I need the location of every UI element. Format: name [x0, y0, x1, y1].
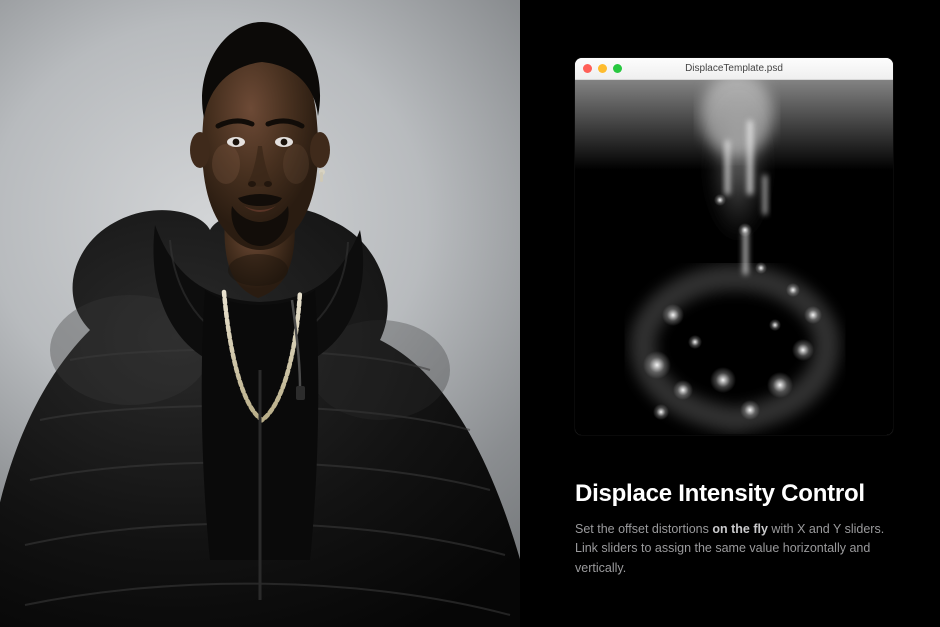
minimize-icon[interactable] — [598, 64, 607, 73]
close-icon[interactable] — [583, 64, 592, 73]
desc-prefix: Set the offset distortions — [575, 522, 712, 536]
feature-description: Set the offset distortions on the fly wi… — [575, 520, 910, 578]
window-title: DisplaceTemplate.psd — [575, 63, 893, 74]
feature-panel: DisplaceTemplate.psd — [520, 0, 940, 627]
zoom-icon[interactable] — [613, 64, 622, 73]
portrait-photo — [0, 0, 520, 627]
window-titlebar: DisplaceTemplate.psd — [575, 58, 893, 80]
preview-window: DisplaceTemplate.psd — [575, 58, 893, 435]
displacement-map-preview — [575, 80, 893, 435]
desc-bold: on the fly — [712, 522, 768, 536]
feature-heading: Displace Intensity Control — [575, 480, 910, 508]
